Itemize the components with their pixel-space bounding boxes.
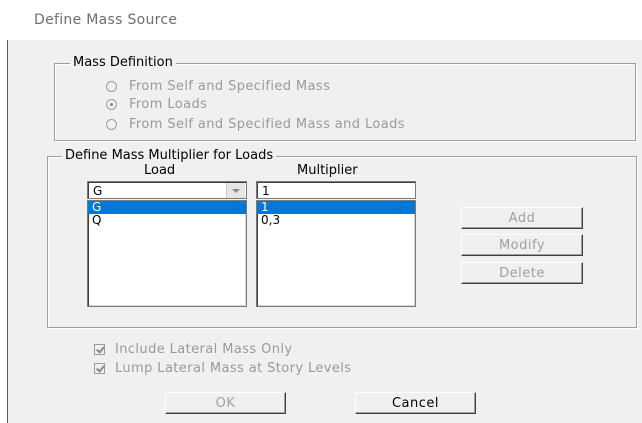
radio-button-icon [106, 119, 117, 130]
multiplier-input[interactable]: 1 [256, 181, 416, 199]
checkbox-label: Lump Lateral Mass at Story Levels [115, 361, 352, 376]
modify-button[interactable]: Modify [461, 234, 583, 256]
checkbox-checked-icon [94, 344, 105, 355]
dialog-title: Define Mass Source [34, 12, 178, 28]
list-item[interactable]: 1 [257, 201, 415, 214]
multiplier-list[interactable]: 1 0,3 [256, 200, 416, 307]
add-button[interactable]: Add [461, 207, 583, 229]
radio-from-loads[interactable]: From Loads [106, 97, 207, 112]
checkbox-checked-icon [94, 363, 105, 374]
multiplier-input-value: 1 [262, 184, 270, 198]
combo-dropdown-button[interactable] [226, 183, 245, 198]
chevron-down-icon [232, 189, 240, 193]
cancel-button[interactable]: Cancel [355, 392, 476, 414]
delete-button[interactable]: Delete [461, 262, 583, 284]
lump-lateral-mass-checkbox[interactable]: Lump Lateral Mass at Story Levels [94, 361, 351, 376]
ok-button[interactable]: OK [165, 392, 286, 414]
radio-label: From Loads [129, 97, 208, 112]
load-list[interactable]: G Q [87, 200, 247, 307]
radio-button-selected-icon [106, 99, 117, 110]
radio-label: From Self and Specified Mass and Loads [129, 117, 405, 132]
list-item[interactable]: G [88, 201, 246, 214]
multiplier-column-header: Multiplier [297, 163, 358, 178]
mass-multiplier-title: Define Mass Multiplier for Loads [62, 148, 277, 163]
mass-definition-title: Mass Definition [70, 55, 176, 70]
dialog-body: Mass Definition From Self and Specified … [8, 40, 642, 423]
checkbox-label: Include Lateral Mass Only [115, 342, 293, 357]
load-column-header: Load [144, 163, 176, 178]
load-combo-value: G [93, 184, 103, 198]
title-bar[interactable]: Define Mass Source [0, 0, 642, 40]
radio-self-specified-mass-and-loads[interactable]: From Self and Specified Mass and Loads [106, 117, 405, 132]
radio-self-specified-mass[interactable]: From Self and Specified Mass [106, 79, 330, 94]
radio-label: From Self and Specified Mass [129, 79, 331, 94]
define-mass-source-dialog: Define Mass Source Mass Definition From … [0, 0, 642, 423]
load-combo-box[interactable]: G [87, 181, 247, 199]
list-item[interactable]: 0,3 [257, 214, 415, 227]
radio-button-icon [106, 81, 117, 92]
include-lateral-mass-checkbox[interactable]: Include Lateral Mass Only [94, 342, 292, 357]
list-item[interactable]: Q [88, 214, 246, 227]
